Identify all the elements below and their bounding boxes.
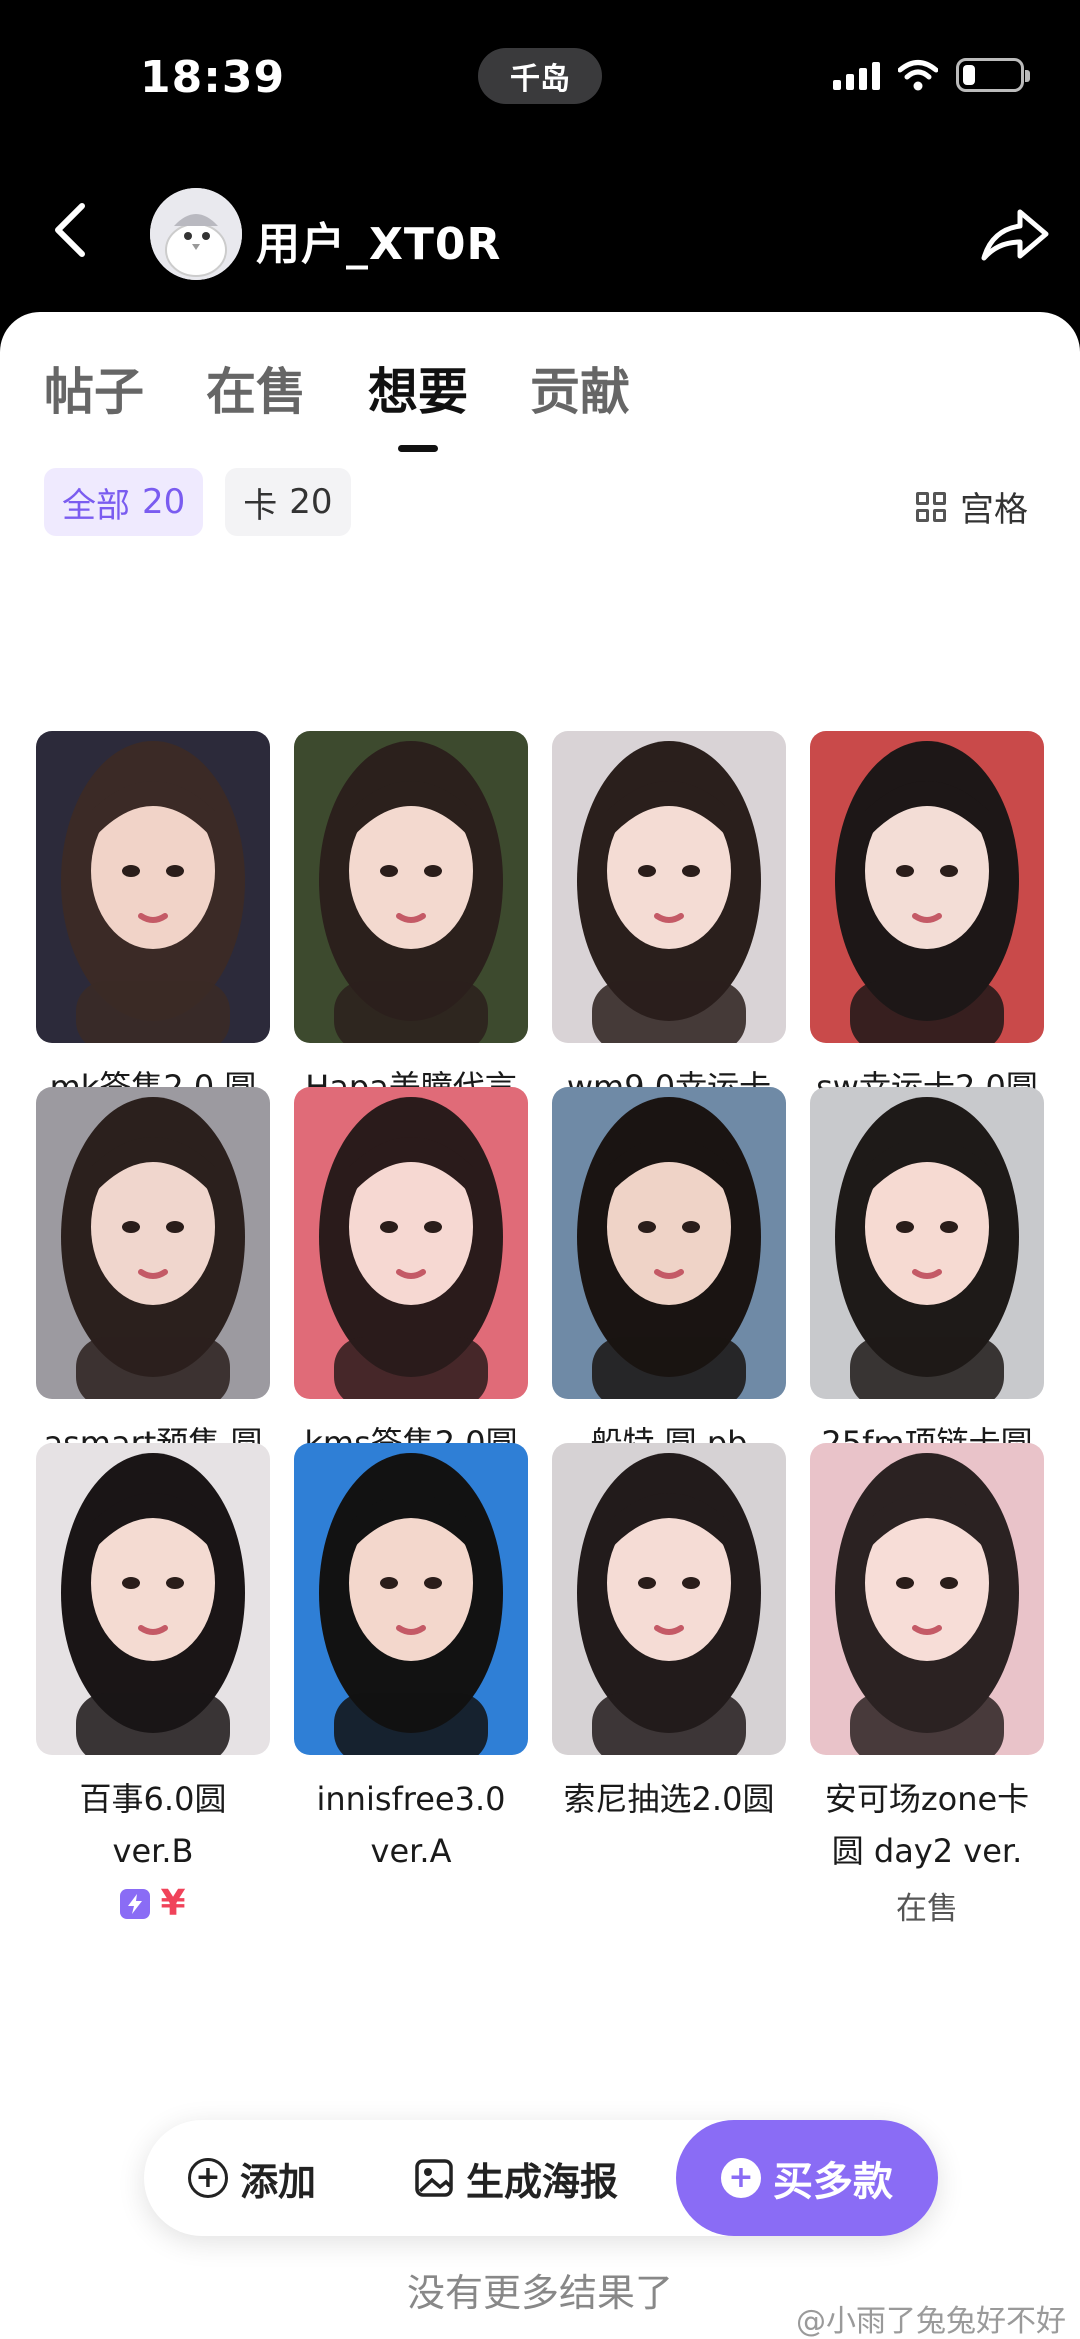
filter-card-chip[interactable]: 卡 20 (225, 468, 351, 536)
wifi-icon (898, 60, 938, 91)
share-button[interactable] (974, 196, 1054, 276)
product-price: ¥ (160, 1883, 186, 1924)
status-time: 18:39 (140, 52, 286, 103)
add-label: 添加 (240, 2159, 317, 2204)
product-photo (810, 1087, 1044, 1399)
product-row: 百事6.0圆 ver.B ¥ innisfree3.0 ver.A 索尼抽选2.0圆安… (36, 1443, 1044, 1928)
poster-label: 生成海报 (466, 2159, 619, 2204)
dynamic-island-app-pill[interactable]: 千岛 (478, 48, 602, 104)
share-arrow-icon (981, 209, 1049, 261)
grid-view-icon (916, 491, 946, 522)
plus-circle-icon: + (721, 2158, 761, 2198)
username: 用户_XT0R (256, 219, 502, 270)
buy-label: 买多款 (773, 2159, 893, 2205)
generate-poster-button[interactable]: 生成海报 (414, 2120, 618, 2236)
product-photo (294, 731, 528, 1043)
product-photo (294, 1087, 528, 1399)
product-title: 安可场zone卡圆 day2 ver. (824, 1780, 1030, 1870)
plus-circle-icon: + (188, 2158, 228, 2198)
bottom-action-bar: + 添加 生成海报 + 买多款 (144, 2120, 938, 2236)
product-photo (36, 1443, 270, 1755)
tab-posts[interactable]: 帖子 (44, 352, 144, 424)
product-card[interactable]: 百事6.0圆 ver.B ¥ (36, 1443, 270, 1928)
watermark: @小雨了兔兔好不好 (796, 2304, 1066, 2339)
view-mode-toggle[interactable]: 宫格 (916, 482, 1028, 531)
avatar[interactable] (150, 188, 242, 280)
product-card[interactable]: 索尼抽选2.0圆 (552, 1443, 786, 1928)
product-photo (294, 1443, 528, 1755)
cellular-signal-icon (833, 60, 880, 90)
product-photo (810, 1443, 1044, 1755)
product-photo (36, 731, 270, 1043)
filter-card-count: 20 (289, 482, 333, 522)
content-sheet: 帖子 在售 想要 贡献 全部 20 卡 20 宫格 mk签售2.0 圆¥120H… (0, 312, 1080, 2339)
product-photo (552, 1087, 786, 1399)
view-mode-label: 宫格 (960, 490, 1028, 530)
product-on-sale-count: 在售 (896, 1891, 958, 1927)
filter-chips: 全部 20 卡 20 (44, 468, 351, 536)
profile-header: 用户_XT0R (0, 160, 1080, 320)
product-photo (552, 731, 786, 1043)
product-price-row: ¥ (36, 1883, 270, 1924)
image-icon (415, 2159, 453, 2197)
status-bar: 18:39 千岛 (0, 0, 1080, 160)
product-title: 百事6.0圆 ver.B (79, 1780, 227, 1870)
profile-tabs: 帖子 在售 想要 贡献 (44, 352, 692, 424)
tab-wanted[interactable]: 想要 (368, 352, 468, 424)
product-card[interactable]: 安可场zone卡圆 day2 ver. 在售 (810, 1443, 1044, 1928)
product-photo (810, 731, 1044, 1043)
filter-all-count: 20 (142, 482, 186, 522)
tab-on-sale[interactable]: 在售 (206, 352, 306, 424)
battery-icon (956, 58, 1030, 92)
product-card[interactable]: innisfree3.0 ver.A (294, 1443, 528, 1928)
back-button[interactable] (40, 200, 100, 260)
flash-badge-icon (120, 1888, 151, 1919)
buy-multiple-button[interactable]: + 买多款 (676, 2120, 938, 2236)
product-title: innisfree3.0 ver.A (316, 1780, 506, 1870)
add-button[interactable]: + 添加 (188, 2120, 316, 2236)
product-title: 索尼抽选2.0圆 (563, 1780, 775, 1818)
chevron-left-icon (55, 203, 85, 257)
tab-contributions[interactable]: 贡献 (530, 352, 630, 424)
filter-all-label: 全部 (62, 485, 130, 526)
product-photo (36, 1087, 270, 1399)
status-icons (833, 58, 1030, 92)
avatar-bird-icon (150, 188, 242, 280)
filter-all-chip[interactable]: 全部 20 (44, 468, 204, 536)
filter-card-label: 卡 (243, 485, 278, 526)
product-photo (552, 1443, 786, 1755)
